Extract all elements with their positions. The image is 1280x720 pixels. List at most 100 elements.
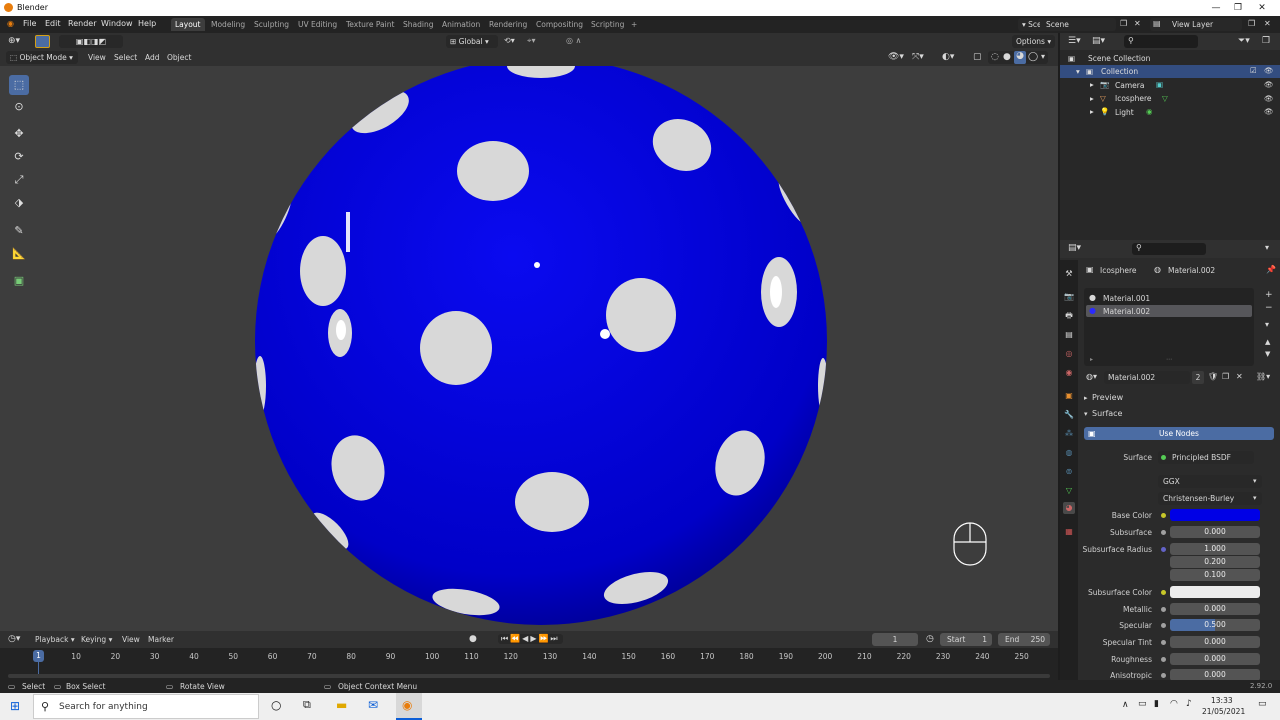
snap-icon[interactable]: ⌖▾ bbox=[527, 36, 536, 46]
tab-shading[interactable]: Shading bbox=[399, 18, 437, 31]
outliner-item-icosphere[interactable]: Icosphere bbox=[1115, 94, 1152, 103]
tab-rendering[interactable]: Rendering bbox=[485, 18, 531, 31]
outliner-editor-icon[interactable]: ☰▾ bbox=[1068, 36, 1081, 46]
network-icon[interactable]: ▭ bbox=[1138, 699, 1147, 709]
annotate-tool-icon[interactable]: ✎ bbox=[9, 221, 29, 241]
new-collection-icon[interactable]: ❐ bbox=[1262, 36, 1270, 46]
move-up-icon[interactable]: ▲ bbox=[1265, 338, 1270, 346]
pivot-point-icon[interactable]: ⟲▾ bbox=[504, 36, 515, 45]
camera-eye-icon[interactable]: 👁 bbox=[1264, 80, 1274, 89]
visibility-icon[interactable]: 👁▾ bbox=[888, 52, 904, 62]
tab-texture-paint[interactable]: Texture Paint bbox=[342, 18, 398, 31]
roughness-socket-icon[interactable] bbox=[1161, 657, 1166, 662]
tab-modeling[interactable]: Modeling bbox=[207, 18, 249, 31]
base-color-swatch[interactable] bbox=[1170, 509, 1260, 521]
volume-icon[interactable]: ♪ bbox=[1186, 699, 1192, 709]
record-icon[interactable]: ● bbox=[469, 634, 477, 644]
menu-window[interactable]: Window bbox=[101, 19, 133, 28]
properties-editor-icon[interactable]: ▤▾ bbox=[1068, 243, 1081, 253]
add-slot-icon[interactable]: + bbox=[1265, 290, 1273, 300]
add-workspace-button[interactable]: + bbox=[627, 18, 641, 31]
rendered-shading-icon[interactable]: ◯ bbox=[1028, 52, 1038, 62]
object-tab-icon[interactable]: ▣ bbox=[1063, 390, 1075, 402]
subsurface-field[interactable]: 0.000 bbox=[1170, 526, 1260, 538]
remove-slot-icon[interactable]: − bbox=[1265, 303, 1273, 313]
filter-icon[interactable]: ⏷▾ bbox=[1238, 36, 1250, 46]
timeline-editor-icon[interactable]: ◷▾ bbox=[8, 634, 20, 644]
outliner-item-camera[interactable]: Camera bbox=[1115, 81, 1144, 90]
transform-tool-icon[interactable]: ⬗ bbox=[9, 193, 29, 213]
menu-render[interactable]: Render bbox=[68, 19, 96, 28]
rotate-tool-icon[interactable]: ⟳ bbox=[9, 147, 29, 167]
metallic-field[interactable]: 0.000 bbox=[1170, 603, 1260, 615]
wifi-icon[interactable]: ◠ bbox=[1170, 699, 1178, 709]
menu-help[interactable]: Help bbox=[138, 19, 156, 28]
roughness-field[interactable]: 0.000 bbox=[1170, 653, 1260, 665]
light-expand-icon[interactable]: ▸ bbox=[1090, 107, 1094, 116]
editor-type-icon[interactable]: ⊕▾ bbox=[8, 36, 20, 46]
mode-dropdown[interactable]: ⬚ Object Mode ▾ bbox=[6, 51, 78, 64]
subsurface-socket-icon[interactable] bbox=[1161, 530, 1166, 535]
physics-tab-icon[interactable]: ◍ bbox=[1063, 447, 1075, 459]
tray-chevron-icon[interactable]: ∧ bbox=[1122, 700, 1129, 710]
select-box-tool-icon[interactable]: ⬚ bbox=[9, 75, 29, 95]
metallic-socket-icon[interactable] bbox=[1161, 607, 1166, 612]
windows-start-icon[interactable]: ⊞ bbox=[10, 699, 20, 713]
delete-scene-icon[interactable]: ✕ bbox=[1134, 19, 1141, 28]
mail-icon[interactable]: ✉ bbox=[368, 698, 378, 712]
taskbar-search-input[interactable]: ⚲ Search for anything bbox=[33, 694, 259, 719]
fake-user-icon[interactable]: 🛡 bbox=[1208, 372, 1218, 381]
list-expand-icon[interactable]: ▸ bbox=[1090, 356, 1093, 363]
gizmo-icon[interactable]: ⤧▾ bbox=[912, 52, 924, 62]
transform-orientation-dropdown[interactable]: ⊞ Global ▾ bbox=[446, 35, 498, 48]
task-view-icon[interactable]: ⧉ bbox=[303, 698, 311, 712]
viewport-menu-view[interactable]: View bbox=[88, 53, 106, 62]
preview-collapse-icon[interactable]: ▸ bbox=[1084, 394, 1088, 402]
shading-options-icon[interactable]: ▾ bbox=[1041, 52, 1045, 61]
surface-collapse-icon[interactable]: ▾ bbox=[1084, 410, 1088, 418]
properties-search-input[interactable]: ⚲ bbox=[1132, 243, 1206, 255]
modifier-tab-icon[interactable]: 🔧 bbox=[1063, 409, 1075, 421]
timeline-view-menu[interactable]: View bbox=[122, 635, 140, 644]
options-dropdown[interactable]: Options ▾ bbox=[1012, 35, 1056, 48]
notifications-icon[interactable]: ▭ bbox=[1258, 699, 1267, 709]
menu-file[interactable]: File bbox=[23, 19, 36, 28]
material-slot-1[interactable]: Material.001 bbox=[1103, 294, 1150, 303]
texture-tab-icon[interactable]: ▦ bbox=[1063, 526, 1075, 538]
subsurface-color-socket-icon[interactable] bbox=[1161, 590, 1166, 595]
anisotropic-socket-icon[interactable] bbox=[1161, 673, 1166, 678]
taskbar-date[interactable]: 21/05/2021 bbox=[1202, 707, 1245, 716]
camera-expand-icon[interactable]: ▸ bbox=[1090, 80, 1094, 89]
move-down-icon[interactable]: ▼ bbox=[1265, 350, 1270, 358]
preview-range-icon[interactable]: ◷ bbox=[926, 634, 934, 644]
material-tab-icon[interactable]: ◕ bbox=[1063, 502, 1075, 514]
particles-tab-icon[interactable]: ⁂ bbox=[1063, 428, 1075, 440]
outliner-item-light[interactable]: Light bbox=[1115, 108, 1134, 117]
duplicate-material-icon[interactable]: ❐ bbox=[1222, 372, 1229, 381]
world-tab-icon[interactable]: ◉ bbox=[1063, 367, 1075, 379]
menu-edit[interactable]: Edit bbox=[45, 19, 61, 28]
view-layer-tab-icon[interactable]: ▤ bbox=[1063, 329, 1075, 341]
current-frame-field[interactable]: 1 bbox=[872, 633, 918, 646]
viewport-menu-object[interactable]: Object bbox=[167, 53, 191, 62]
battery-icon[interactable]: ▮ bbox=[1154, 699, 1159, 709]
slot-specials-icon[interactable]: ▾ bbox=[1265, 320, 1269, 329]
new-view-layer-icon[interactable]: ❐ bbox=[1248, 19, 1255, 28]
wireframe-shading-icon[interactable]: ◌ bbox=[991, 52, 999, 62]
end-frame-field[interactable]: End 250 bbox=[998, 633, 1050, 646]
new-scene-icon[interactable]: ❐ bbox=[1120, 19, 1127, 28]
tab-scripting[interactable]: Scripting bbox=[587, 18, 628, 31]
timeline-area[interactable]: 1 10 20 30 40 50 60 70 80 90 100 110 120 130 140 150 16… bbox=[0, 648, 1058, 680]
timeline-marker-menu[interactable]: Marker bbox=[148, 635, 174, 644]
tab-animation[interactable]: Animation bbox=[438, 18, 484, 31]
base-color-socket-icon[interactable] bbox=[1161, 513, 1166, 518]
cortana-icon[interactable]: ○ bbox=[271, 698, 281, 712]
icosphere-expand-icon[interactable]: ▸ bbox=[1090, 94, 1094, 103]
subsurface-radius-x[interactable]: 1.000 bbox=[1170, 543, 1260, 555]
scene-collection-label[interactable]: Scene Collection bbox=[1088, 54, 1150, 63]
specular-tint-field[interactable]: 0.000 bbox=[1170, 636, 1260, 648]
measure-tool-icon[interactable]: 📐 bbox=[9, 244, 29, 264]
frame-cursor[interactable]: 1 bbox=[33, 650, 44, 662]
collection-checkbox-icon[interactable]: ☑ bbox=[1250, 66, 1257, 75]
taskbar-time[interactable]: 13:33 bbox=[1211, 696, 1233, 705]
